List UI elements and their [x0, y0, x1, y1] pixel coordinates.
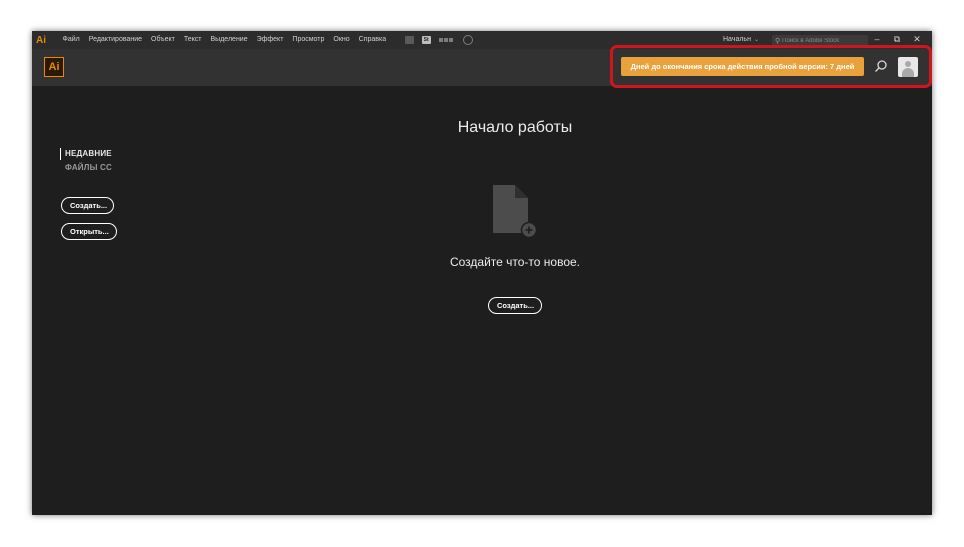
sidebar-open-button[interactable]: Открыть...	[61, 223, 117, 240]
menu-edit[interactable]: Редактирование	[84, 31, 146, 49]
menu-file[interactable]: Файл	[58, 31, 84, 49]
stock-search-box[interactable]: ⚲	[772, 35, 868, 46]
menu-object[interactable]: Объект	[147, 31, 180, 49]
search-icon[interactable]	[874, 59, 888, 73]
app-mini-logo: Ai	[36, 34, 46, 46]
minimize-icon[interactable]: –	[872, 33, 882, 45]
gpu-performance-icon[interactable]	[462, 35, 473, 45]
stock-icon[interactable]: St	[421, 36, 431, 44]
menu-view[interactable]: Просмотр	[288, 31, 329, 49]
bridge-icon[interactable]	[404, 36, 414, 44]
trial-days-button[interactable]: Дней до окончания срока действия пробной…	[621, 57, 864, 76]
menu-icons: St	[404, 35, 473, 45]
menu-items: Файл Редактирование Объект Текст Выделен…	[58, 31, 391, 49]
window-controls: – ⧉ ✕	[872, 33, 922, 45]
sidebar-item-recent[interactable]: НЕДАВНИЕ	[60, 148, 112, 160]
start-header: Ai Дней до окончания срока действия проб…	[32, 45, 932, 88]
illustrator-logo: Ai	[44, 57, 64, 77]
create-new-button[interactable]: Создать...	[488, 297, 542, 314]
avatar-body	[902, 68, 914, 77]
workspace-switcher[interactable]: Начальн ⌄	[723, 34, 759, 46]
menu-type[interactable]: Текст	[179, 31, 206, 49]
close-icon[interactable]: ✕	[912, 33, 922, 45]
sidebar-create-button[interactable]: Создать...	[61, 197, 114, 214]
chevron-down-icon: ⌄	[753, 37, 759, 43]
restore-icon[interactable]: ⧉	[892, 33, 902, 45]
menu-help[interactable]: Справка	[354, 31, 390, 49]
new-document-icon	[493, 185, 538, 239]
workspace-label: Начальн	[723, 36, 751, 43]
page-title: Начало работы	[457, 119, 573, 136]
menu-window[interactable]: Окно	[329, 31, 354, 49]
stock-search-input[interactable]	[780, 37, 865, 44]
user-avatar-icon[interactable]	[898, 57, 918, 77]
arrange-documents-icon[interactable]	[438, 36, 455, 44]
sidebar: НЕДАВНИЕ ФАЙЛЫ CC Создать... Открыть...	[60, 148, 117, 240]
empty-state-text: Создайте что-то новое.	[449, 255, 581, 269]
menu-select[interactable]: Выделение	[206, 31, 252, 49]
avatar-head	[905, 61, 911, 67]
sidebar-item-cc-files[interactable]: ФАЙЛЫ CC	[60, 162, 112, 174]
illustrator-window: Ai Файл Редактирование Объект Текст Выде…	[32, 31, 932, 515]
menu-effect[interactable]: Эффект	[252, 31, 288, 49]
